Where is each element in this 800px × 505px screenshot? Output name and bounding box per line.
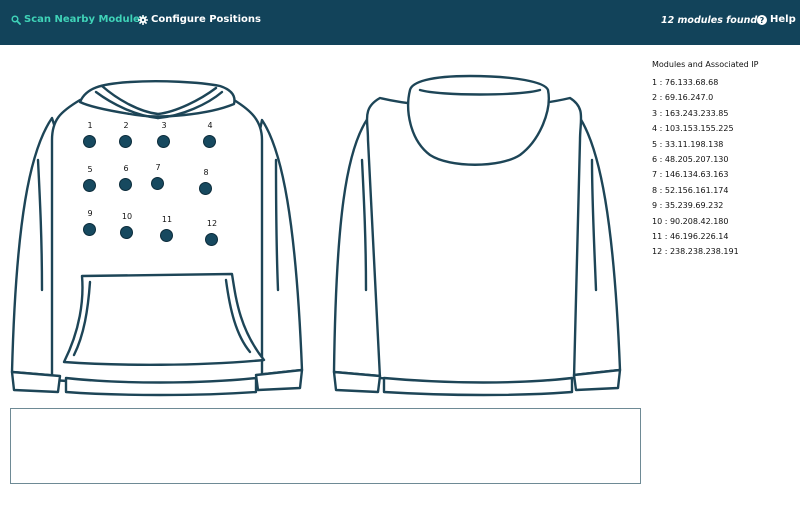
output-panel[interactable] (10, 408, 641, 484)
module-dot-4[interactable] (203, 135, 216, 148)
module-label-10: 10 (121, 212, 133, 221)
ip-row: 1 : 76.133.68.68 (652, 78, 719, 87)
configure-positions-label: Configure Positions (151, 14, 261, 25)
module-label-5: 5 (87, 165, 93, 174)
ip-row: 4 : 103.153.155.225 (652, 124, 734, 134)
module-label-4: 4 (207, 121, 213, 130)
ip-row: 5 : 33.11.198.138 (652, 139, 724, 149)
module-label-9: 9 (87, 209, 93, 218)
help-label: Help (770, 14, 796, 25)
scan-nearby-modules-label: Scan Nearby Modules (24, 14, 146, 25)
hoodie-back-drawing (332, 74, 622, 397)
ip-row: 7 : 146.134.63.163 (652, 170, 729, 180)
module-label-3: 3 (161, 121, 167, 130)
module-ip-list-title: Modules and Associated IP (652, 60, 759, 69)
module-label-8: 8 (203, 168, 209, 177)
ip-row: 10 : 90.208.42.180 (652, 216, 729, 226)
question-circle-icon: ? (757, 14, 767, 25)
garment-stage: 1 2 3 4 5 6 7 8 9 10 11 12 (0, 45, 640, 405)
hoodie-illustration (10, 74, 622, 397)
configure-positions-button[interactable]: Configure Positions (138, 14, 261, 25)
gear-icon (138, 14, 148, 25)
scan-nearby-modules-button[interactable]: Scan Nearby Modules (11, 14, 146, 25)
module-label-6: 6 (123, 164, 129, 173)
module-dot-12[interactable] (205, 233, 218, 246)
module-dot-1[interactable] (83, 135, 96, 148)
module-dot-7[interactable] (151, 177, 164, 190)
search-icon (11, 14, 21, 25)
module-dot-9[interactable] (83, 223, 96, 236)
module-dot-11[interactable] (160, 229, 173, 242)
modules-found-status: 12 modules found. (661, 15, 761, 26)
help-button[interactable]: ? Help (757, 14, 796, 25)
top-navbar: Scan Nearby Modules Configure Positions … (0, 0, 800, 45)
module-dot-3[interactable] (157, 135, 170, 148)
module-label-2: 2 (123, 121, 129, 130)
ip-row: 9 : 35.239.69.232 (652, 201, 724, 211)
module-label-11: 11 (161, 215, 173, 224)
ip-row: 11 : 46.196.226.14 (652, 231, 729, 241)
module-dot-10[interactable] (120, 226, 133, 239)
svg-text:?: ? (760, 16, 765, 25)
module-dot-5[interactable] (83, 179, 96, 192)
module-dot-2[interactable] (119, 135, 132, 148)
module-label-12: 12 (206, 219, 218, 228)
module-dot-6[interactable] (119, 178, 132, 191)
ip-row: 8 : 52.156.161.174 (652, 185, 729, 195)
module-ip-list: Modules and Associated IP 1 : 76.133.68.… (652, 60, 797, 262)
ip-row: 2 : 69.16.247.0 (652, 93, 714, 103)
module-label-1: 1 (87, 121, 93, 130)
ip-row: 3 : 163.243.233.85 (652, 108, 729, 118)
ip-row: 12 : 238.238.238.191 (652, 247, 739, 257)
ip-row: 6 : 48.205.207.130 (652, 154, 729, 164)
module-label-7: 7 (155, 163, 161, 172)
module-dot-8[interactable] (199, 182, 212, 195)
